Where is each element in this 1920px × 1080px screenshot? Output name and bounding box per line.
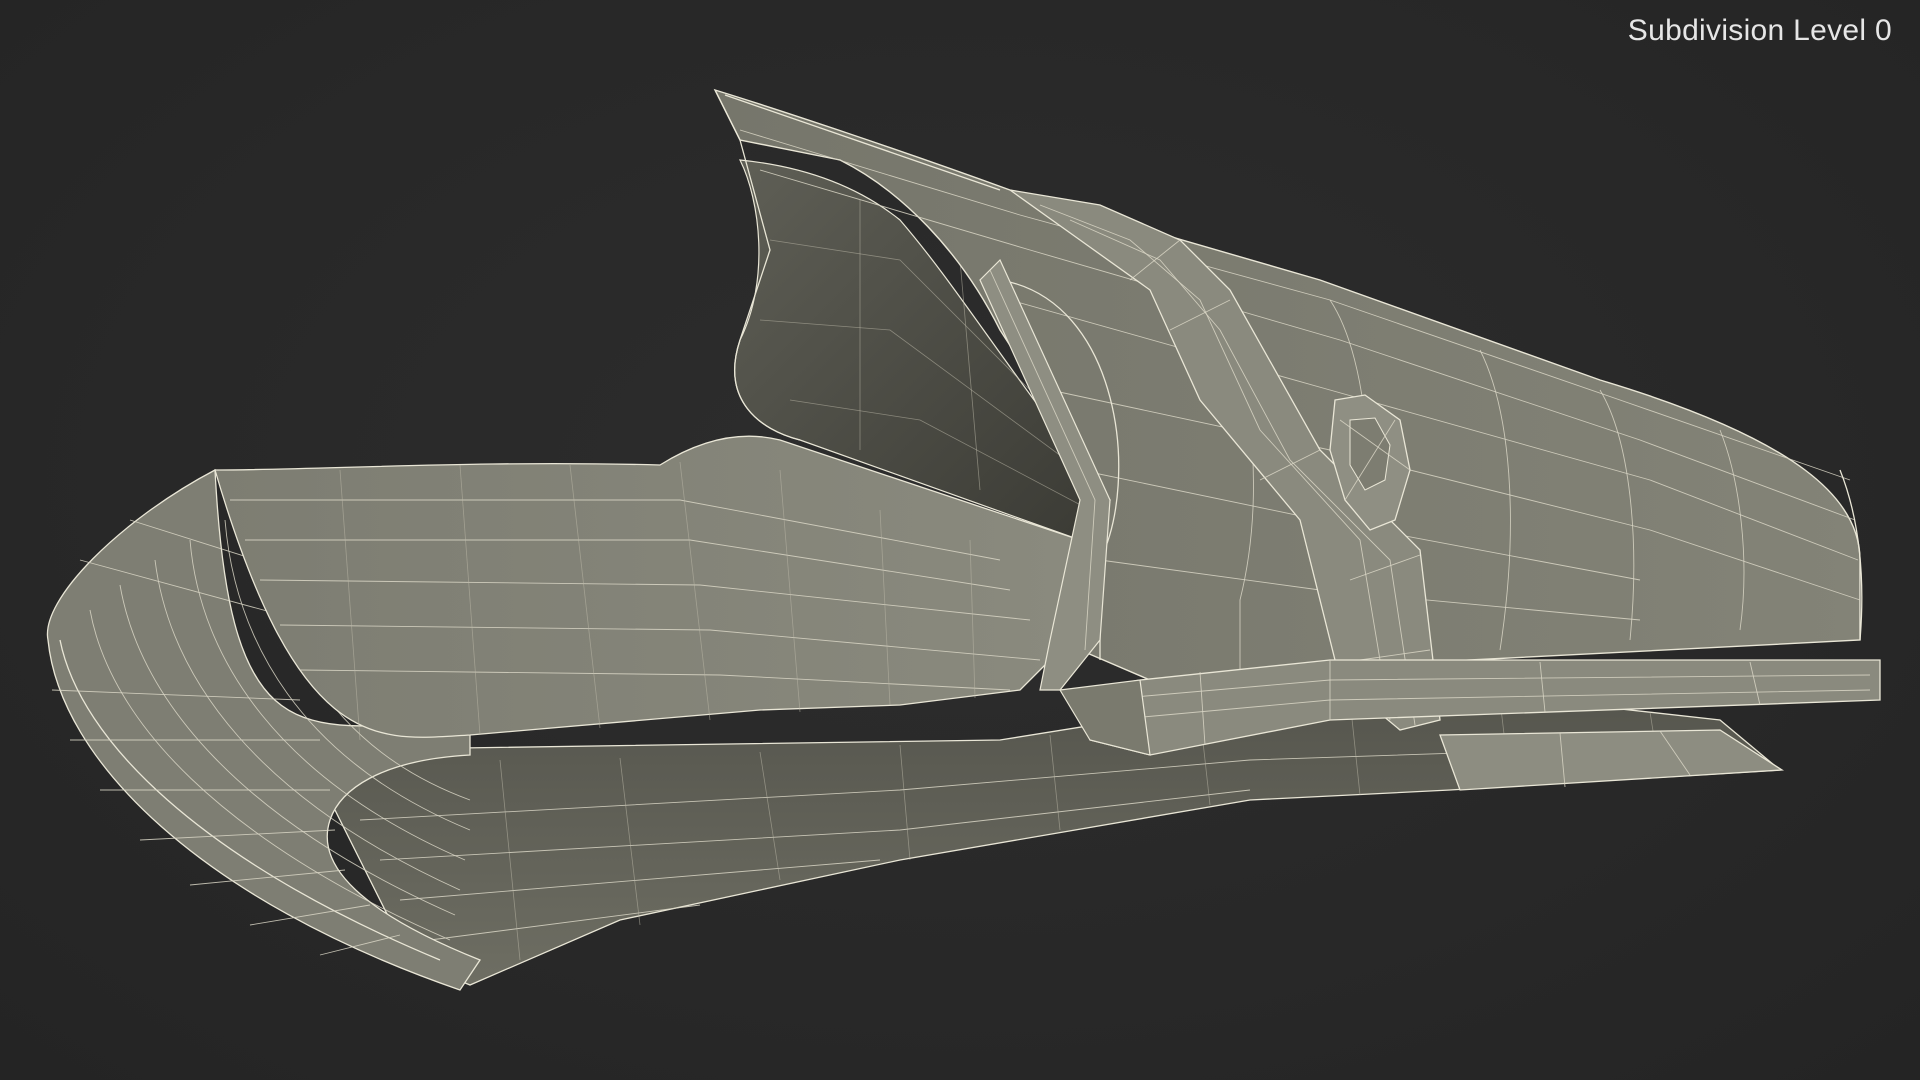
subdivision-level-label: Subdivision Level 0 (1627, 14, 1892, 47)
lower-flap-mesh (329, 689, 1785, 986)
wireframe-model (46, 88, 1881, 991)
3d-viewport[interactable]: Subdivision Level 0 (0, 0, 1920, 1080)
